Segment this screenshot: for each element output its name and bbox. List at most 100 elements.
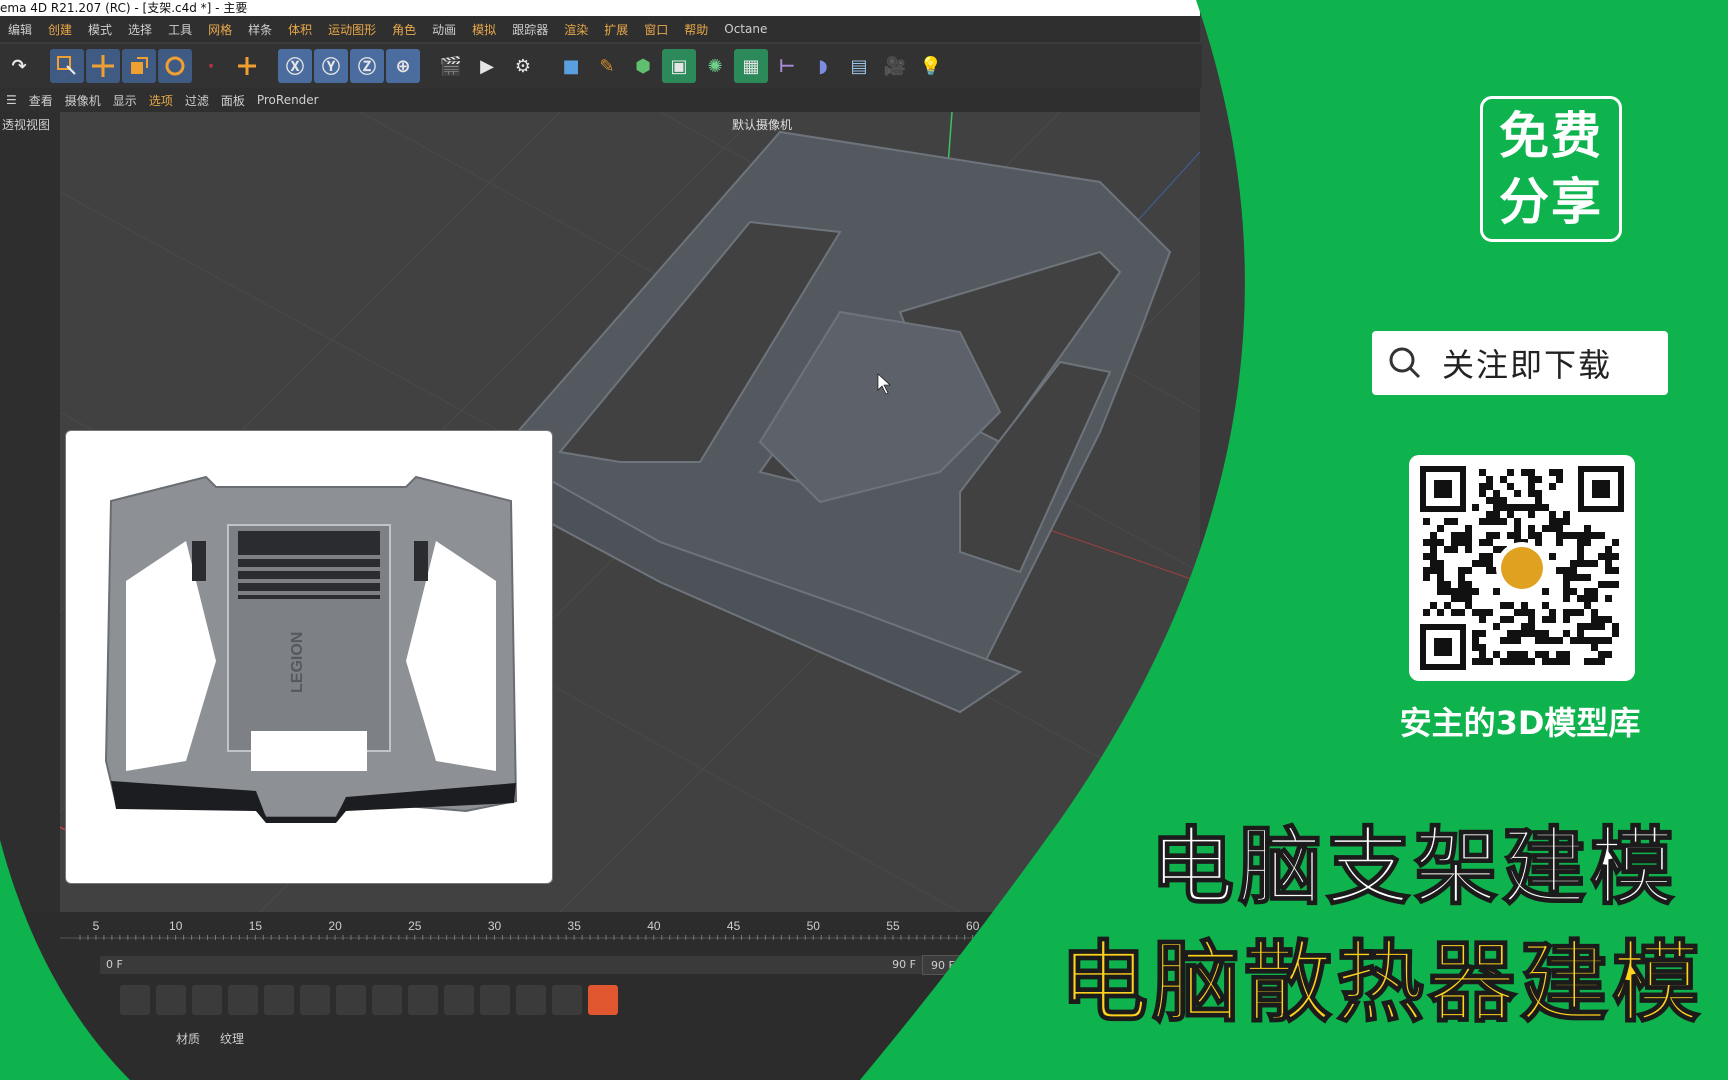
menu-extensions[interactable]: 扩展 (596, 21, 636, 38)
y-axis-lock-icon[interactable]: Ⓨ (314, 49, 348, 83)
material-tool-icon[interactable] (300, 985, 330, 1015)
menu-simulate[interactable]: 模拟 (464, 21, 504, 38)
light-icon[interactable]: 💡 (914, 49, 948, 83)
menu-create[interactable]: 创建 (40, 21, 80, 38)
recent-tool-icon[interactable]: · (194, 49, 228, 83)
search-icon (1389, 347, 1421, 379)
timeline-tick-label: 25 (408, 919, 422, 933)
menu-mesh[interactable]: 网格 (200, 21, 240, 38)
mograph-cloner-icon[interactable]: ✺ (698, 49, 732, 83)
viewport-menu-panel[interactable]: 面板 (215, 92, 251, 109)
material-tool-icon[interactable] (336, 985, 366, 1015)
material-tool-icon[interactable] (228, 985, 258, 1015)
material-tool-icon[interactable] (192, 985, 222, 1015)
default-camera-label: 默认摄像机 (732, 118, 793, 132)
close-panel-icon[interactable] (588, 985, 618, 1015)
texture-tab[interactable]: 纹理 (220, 1030, 244, 1047)
badge-line-2: 分享 (1499, 173, 1603, 231)
deformer-icon[interactable]: ▦ (734, 49, 768, 83)
material-tab[interactable]: 材质 (176, 1030, 200, 1047)
laptop-stand-model (497, 130, 1172, 714)
timeline-tick-label: 30 (488, 919, 502, 933)
frame-range-slider[interactable]: 0 F 90 F (100, 956, 940, 974)
material-tool-icon[interactable] (552, 985, 582, 1015)
live-selection-icon[interactable] (50, 49, 84, 83)
material-toolbar (120, 985, 618, 1015)
timeline-tick-label: 45 (727, 919, 741, 933)
timeline-tick-label: 10 (169, 919, 183, 933)
menu-tracker[interactable]: 跟踪器 (504, 21, 556, 38)
menu-spline[interactable]: 样条 (240, 21, 280, 38)
floor-icon[interactable]: ▤ (842, 49, 876, 83)
qr-logo-icon (1501, 547, 1543, 589)
timeline-tick-label: 40 (647, 919, 661, 933)
viewport-menu-display[interactable]: 显示 (107, 92, 143, 109)
render-settings-icon[interactable]: ⚙ (506, 49, 540, 83)
redo-icon[interactable]: ↷ (2, 49, 36, 83)
menu-octane[interactable]: Octane (716, 22, 775, 36)
menu-render[interactable]: 渲染 (556, 21, 596, 38)
viewport-menu-cameras[interactable]: 摄像机 (59, 92, 107, 109)
add-tool-icon[interactable] (230, 49, 264, 83)
timeline-tick-label: 35 (568, 919, 582, 933)
headline-stand-modeling: 电脑支架建模 (1149, 817, 1679, 917)
menu-mode[interactable]: 模式 (80, 21, 120, 38)
viewport-name: 透视视图 (2, 118, 51, 132)
material-tool-icon[interactable] (408, 985, 438, 1015)
material-tool-icon[interactable] (372, 985, 402, 1015)
menu-bar: 编辑 创建 模式 选择 工具 网格 样条 体积 运动图形 角色 动画 模拟 跟踪… (0, 16, 1200, 42)
timeline-tick-label: 5 (93, 919, 100, 933)
cube-icon[interactable]: ■ (554, 49, 588, 83)
render-view-icon[interactable]: 🎬 (434, 49, 468, 83)
reference-image: LEGION (65, 430, 553, 884)
menu-select[interactable]: 选择 (120, 21, 160, 38)
end-frame-field[interactable]: 90 F (922, 955, 1012, 975)
subdivision-icon[interactable]: ⬢ (626, 49, 660, 83)
material-tool-icon[interactable] (516, 985, 546, 1015)
move-tool-icon[interactable] (86, 49, 120, 83)
material-tool-icon[interactable] (444, 985, 474, 1015)
qr-code[interactable] (1409, 455, 1635, 681)
material-tool-icon[interactable] (120, 985, 150, 1015)
camera-icon[interactable]: 🎥 (878, 49, 912, 83)
timeline-tick-label: 65 (1046, 919, 1060, 933)
coordinate-system-icon[interactable]: ⊕ (386, 49, 420, 83)
render-picture-viewer-icon[interactable]: ▶ (470, 49, 504, 83)
timeline-tick-label: 60 (966, 919, 980, 933)
menu-animate[interactable]: 动画 (424, 21, 464, 38)
main-toolbar: ↷ · Ⓧ Ⓨ Ⓩ ⊕ 🎬 ▶ ⚙ ■ ✎ ⬢ ▣ ✺ ▦ ⊢ ◗ ▤ 🎥 💡 (0, 44, 1202, 88)
follow-download-box[interactable]: 关注即下载 (1372, 331, 1668, 395)
menu-help[interactable]: 帮助 (676, 21, 716, 38)
viewport-menu-view[interactable]: 查看 (23, 92, 59, 109)
menu-volume[interactable]: 体积 (280, 21, 320, 38)
viewport-menu-prorender[interactable]: ProRender (251, 93, 325, 107)
window-title: ema 4D R21.207 (RC) - [支架.c4d *] - 主要 (0, 0, 1200, 16)
pen-icon[interactable]: ✎ (590, 49, 624, 83)
free-share-badge: 免费 分享 (1480, 96, 1622, 242)
menu-character[interactable]: 角色 (384, 21, 424, 38)
menu-window[interactable]: 窗口 (636, 21, 676, 38)
material-tool-icon[interactable] (156, 985, 186, 1015)
laptop-stand-photo: LEGION (104, 475, 518, 823)
field-icon[interactable]: ⊢ (770, 49, 804, 83)
model-library-label: 安主的3D模型库 (1399, 704, 1641, 742)
environment-icon[interactable]: ◗ (806, 49, 840, 83)
menu-mograph[interactable]: 运动图形 (320, 21, 384, 38)
viewport-menu-filter[interactable]: 过滤 (179, 92, 215, 109)
viewport-menu-options[interactable]: 选项 (143, 92, 179, 109)
legion-logo-text: LEGION (289, 632, 306, 693)
timeline-tick-label: 50 (807, 919, 821, 933)
material-tool-icon[interactable] (264, 985, 294, 1015)
timeline-ruler[interactable]: 5 10 15 20 25 30 35 40 45 50 55 60 65 (60, 916, 1189, 946)
scale-tool-icon[interactable] (122, 49, 156, 83)
material-tool-icon[interactable] (480, 985, 510, 1015)
menu-tools[interactable]: 工具 (160, 21, 200, 38)
rotate-tool-icon[interactable] (158, 49, 192, 83)
left-palette (0, 112, 60, 912)
z-axis-lock-icon[interactable]: Ⓩ (350, 49, 384, 83)
menu-edit[interactable]: 编辑 (0, 21, 40, 38)
extrude-icon[interactable]: ▣ (662, 49, 696, 83)
x-axis-lock-icon[interactable]: Ⓧ (278, 49, 312, 83)
hamburger-icon[interactable]: ☰ (0, 93, 23, 107)
timeline-tick-label: 55 (886, 919, 900, 933)
